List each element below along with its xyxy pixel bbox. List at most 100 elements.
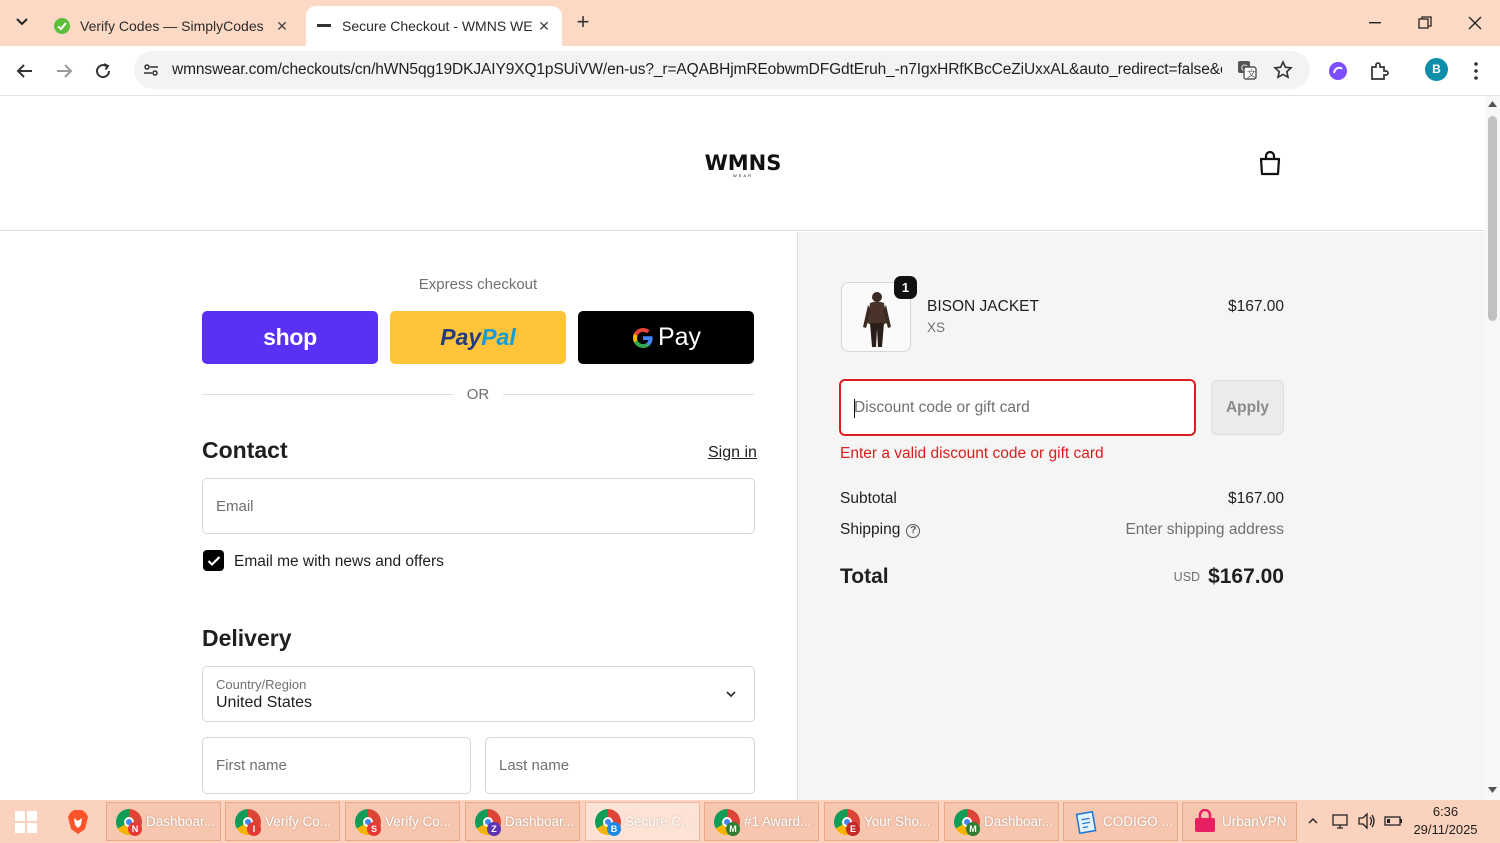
shop-pay-button[interactable]: shop: [202, 311, 378, 364]
translate-icon[interactable]: G文: [1236, 59, 1258, 81]
subtotal-value: $167.00: [1227, 490, 1284, 507]
taskbar-item[interactable]: M #1 Award...: [704, 802, 819, 841]
email-field[interactable]: [202, 478, 755, 534]
taskbar-item-label: #1 Award...: [744, 814, 812, 829]
profile-avatar[interactable]: B: [1425, 58, 1448, 81]
apply-discount-button[interactable]: Apply: [1211, 380, 1284, 435]
newsletter-checkbox[interactable]: [203, 550, 224, 571]
start-button[interactable]: [0, 800, 52, 843]
restore-icon: [1418, 16, 1432, 29]
taskbar-item[interactable]: Z Dashboar...: [465, 802, 580, 841]
taskbar-item[interactable]: E Your Sho...: [824, 802, 939, 841]
network-icon[interactable]: [1330, 810, 1352, 832]
cart-button[interactable]: [1257, 150, 1283, 176]
taskbar-item[interactable]: N Dashboar...: [106, 802, 221, 841]
copilot-extension-icon[interactable]: [1325, 58, 1351, 84]
divider-left: [202, 394, 453, 395]
battery-icon[interactable]: [1382, 810, 1404, 832]
profile-badge: E: [846, 821, 860, 836]
taskbar-item-label: Secure C...: [625, 814, 693, 829]
google-g-icon: [632, 327, 653, 348]
scroll-down-arrow-icon[interactable]: [1488, 786, 1497, 794]
page-scrollbar[interactable]: [1485, 96, 1500, 800]
browser-tab-simplycodes[interactable]: Verify Codes — SimplyCodes ✕: [44, 6, 300, 46]
minimize-icon: [1369, 22, 1381, 24]
google-pay-button[interactable]: Pay: [578, 311, 754, 364]
profile-badge: M: [966, 821, 980, 836]
discount-code-field[interactable]: [839, 379, 1196, 436]
discount-code-input[interactable]: [841, 381, 1194, 434]
close-window-button[interactable]: [1452, 8, 1498, 38]
extensions-puzzle-icon[interactable]: [1366, 58, 1392, 84]
shipping-value: Enter shipping address: [1125, 521, 1284, 538]
taskbar-item-label: UrbanVPN: [1222, 814, 1287, 829]
scrollbar-thumb[interactable]: [1488, 116, 1497, 321]
help-icon[interactable]: ?: [906, 524, 921, 538]
product-price: $167.00: [1227, 298, 1284, 315]
taskbar-item-label: Dashboar...: [146, 814, 216, 829]
taskbar-item-label: Your Sho...: [864, 814, 931, 829]
brave-browser-icon[interactable]: [62, 808, 94, 836]
store-logo[interactable]: WMNS WEAR: [696, 152, 790, 178]
checkmark-icon: [207, 555, 220, 566]
country-select[interactable]: Country/Region United States: [202, 666, 755, 722]
profile-badge: B: [607, 821, 621, 836]
site-settings-icon[interactable]: [140, 59, 162, 81]
taskbar-item[interactable]: S Verify Co...: [345, 802, 460, 841]
browser-menu-icon[interactable]: [1463, 58, 1489, 84]
total-label: Total: [840, 565, 889, 588]
email-input[interactable]: [203, 479, 754, 533]
sign-in-link[interactable]: Sign in: [708, 444, 757, 462]
profile-badge: S: [367, 821, 381, 836]
chevron-down-icon: [726, 691, 736, 698]
paypal-button[interactable]: Pay Pal: [390, 311, 566, 364]
profile-badge: I: [247, 821, 261, 836]
product-variant: XS: [927, 320, 946, 335]
first-name-field[interactable]: [202, 737, 471, 794]
restore-button[interactable]: [1402, 8, 1448, 38]
show-hidden-icons-button[interactable]: [1305, 810, 1321, 832]
close-tab-icon[interactable]: ✕: [532, 18, 556, 35]
new-tab-button[interactable]: +: [570, 10, 596, 36]
text-cursor: [854, 399, 855, 418]
tab-search-button[interactable]: [8, 8, 36, 36]
delivery-title: Delivery: [202, 625, 292, 651]
browser-tab-checkout[interactable]: Secure Checkout - WMNS WEA ✕: [306, 6, 562, 46]
taskbar-item[interactable]: UrbanVPN: [1182, 802, 1297, 841]
taskbar-item[interactable]: M Dashboar...: [944, 802, 1059, 841]
taskbar-item-label: Dashboar...: [505, 814, 575, 829]
country-label: Country/Region: [216, 677, 307, 692]
clock-time: 6:36: [1432, 804, 1459, 819]
volume-icon[interactable]: [1356, 810, 1378, 832]
paypal-logo-pay: Pay: [440, 324, 482, 350]
reload-icon: [96, 63, 111, 79]
taskbar-item-label: Verify Co...: [385, 814, 452, 829]
shipping-row: Shipping?: [840, 521, 921, 539]
back-button[interactable]: [10, 56, 40, 86]
checkout-page: WMNS WEAR Express checkout shop Pay Pal P…: [0, 96, 1485, 800]
minimize-button[interactable]: [1352, 8, 1398, 38]
system-clock[interactable]: 6:36 29/11/2025: [1408, 803, 1483, 839]
bookmark-star-icon[interactable]: [1272, 59, 1294, 81]
google-pay-label: Pay: [657, 323, 702, 351]
address-bar[interactable]: wmnswear.com/checkouts/cn/hWN5qg19DKJAIY…: [134, 51, 1310, 89]
checkout-form-column: Express checkout shop Pay Pal Pay OR Cont…: [0, 232, 797, 800]
shop-pay-logo: shop: [263, 324, 317, 350]
reload-button[interactable]: [88, 56, 118, 86]
last-name-field[interactable]: [485, 737, 755, 794]
taskbar-item-active[interactable]: B Secure C...: [585, 802, 700, 841]
taskbar-item[interactable]: I Verify Co...: [225, 802, 340, 841]
clock-date: 29/11/2025: [1413, 822, 1478, 837]
total-value-row: USD $167.00: [1174, 565, 1284, 589]
scroll-up-arrow-icon[interactable]: [1488, 100, 1497, 108]
close-tab-icon[interactable]: ✕: [270, 18, 294, 35]
svg-text:文: 文: [1247, 68, 1256, 79]
last-name-input[interactable]: [486, 738, 754, 793]
forward-button[interactable]: [49, 56, 79, 86]
profile-badge: N: [128, 821, 142, 836]
forward-arrow-icon: [57, 64, 73, 78]
taskbar-item-label: Dashboar...: [984, 814, 1054, 829]
taskbar-item[interactable]: CODIGO ...: [1063, 802, 1178, 841]
first-name-input[interactable]: [203, 738, 470, 793]
close-icon: [1468, 16, 1482, 30]
